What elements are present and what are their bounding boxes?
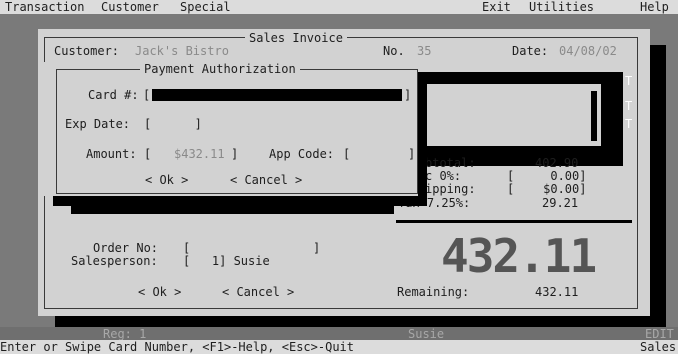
discount-field[interactable]: [ 0.00] bbox=[507, 169, 586, 183]
edge-letter-1: T bbox=[625, 74, 633, 88]
amount-field[interactable]: $432.11 bbox=[174, 147, 225, 161]
register-indicator: Reg: 1 bbox=[103, 327, 147, 341]
card-number-label: Card #: bbox=[88, 88, 139, 102]
exp-date-label: Exp Date: bbox=[65, 117, 131, 131]
invoice-no-value: 35 bbox=[417, 44, 432, 58]
menu-customer[interactable]: Customer bbox=[101, 0, 159, 14]
order-no-field[interactable]: [ ] bbox=[183, 241, 320, 255]
menu-exit[interactable]: Exit bbox=[482, 0, 511, 14]
items-list-box bbox=[423, 84, 601, 146]
section-indicator: Sales bbox=[640, 340, 677, 354]
shipping-label: ipping: bbox=[425, 182, 476, 196]
payment-title: Payment Authorization bbox=[140, 62, 300, 76]
status-line: Reg: 1 Susie EDIT bbox=[0, 327, 678, 341]
card-open-bracket: [ bbox=[143, 88, 151, 102]
edge-letter-2: T bbox=[625, 99, 633, 113]
payment-ok-button[interactable]: < Ok > bbox=[145, 173, 188, 187]
subtotal-label: btotal: bbox=[425, 156, 476, 170]
remaining-value: 432.11 bbox=[535, 285, 579, 299]
amount-label: Amount: bbox=[86, 147, 137, 161]
subtotal-value: 402.90 bbox=[535, 156, 579, 170]
invoice-title: Sales Invoice bbox=[245, 31, 347, 45]
app-code-label: App Code: bbox=[269, 147, 335, 161]
menu-help[interactable]: Help bbox=[640, 0, 669, 14]
invoice-cancel-button[interactable]: < Cancel > bbox=[222, 285, 294, 299]
mode-indicator: EDIT bbox=[645, 327, 674, 341]
order-no-label: Order No: bbox=[93, 241, 159, 255]
invoice-ok-button[interactable]: < Ok > bbox=[138, 285, 181, 299]
customer-value[interactable]: Jack's Bistro bbox=[135, 44, 229, 58]
card-number-input[interactable] bbox=[152, 89, 402, 101]
app-code-field[interactable]: [ ] bbox=[343, 147, 415, 161]
invoice-no-label: No. bbox=[383, 44, 405, 58]
items-scrollbar[interactable] bbox=[590, 90, 598, 142]
help-text: Enter or Swipe Card Number, <F1>-Help, <… bbox=[0, 340, 355, 354]
customer-label: Customer: bbox=[54, 44, 120, 58]
card-close-bracket: ] bbox=[404, 88, 412, 102]
exp-date-field[interactable]: [ ] bbox=[144, 117, 202, 131]
menu-utilities[interactable]: Utilities bbox=[529, 0, 594, 14]
amount-open-bracket: [ bbox=[144, 147, 152, 161]
help-bar: Enter or Swipe Card Number, <F1>-Help, <… bbox=[0, 340, 678, 354]
total-display: 432.11 bbox=[441, 229, 597, 283]
menu-special[interactable]: Special bbox=[180, 0, 231, 14]
amount-close-bracket: ] bbox=[231, 147, 239, 161]
edge-letter-3: T bbox=[625, 117, 633, 131]
payment-cancel-button[interactable]: < Cancel > bbox=[230, 173, 302, 187]
menu-bar: Transaction Customer Special Exit Utilit… bbox=[0, 0, 678, 14]
payment-authorization-dialog: Payment Authorization Card #: [ ] Exp Da… bbox=[44, 62, 418, 196]
user-indicator: Susie bbox=[408, 327, 445, 341]
shipping-field[interactable]: [ $0.00] bbox=[507, 182, 586, 196]
menu-transaction[interactable]: Transaction bbox=[5, 0, 84, 14]
salesperson-field[interactable]: [ 1] Susie bbox=[183, 254, 270, 268]
tax-value: 29.21 bbox=[542, 196, 579, 210]
discount-label: c 0%: bbox=[425, 169, 462, 183]
date-label: Date: bbox=[512, 44, 549, 58]
remaining-label: Remaining: bbox=[397, 285, 470, 299]
salesperson-label: Salesperson: bbox=[71, 254, 158, 268]
date-value[interactable]: 04/08/02 bbox=[559, 44, 617, 58]
